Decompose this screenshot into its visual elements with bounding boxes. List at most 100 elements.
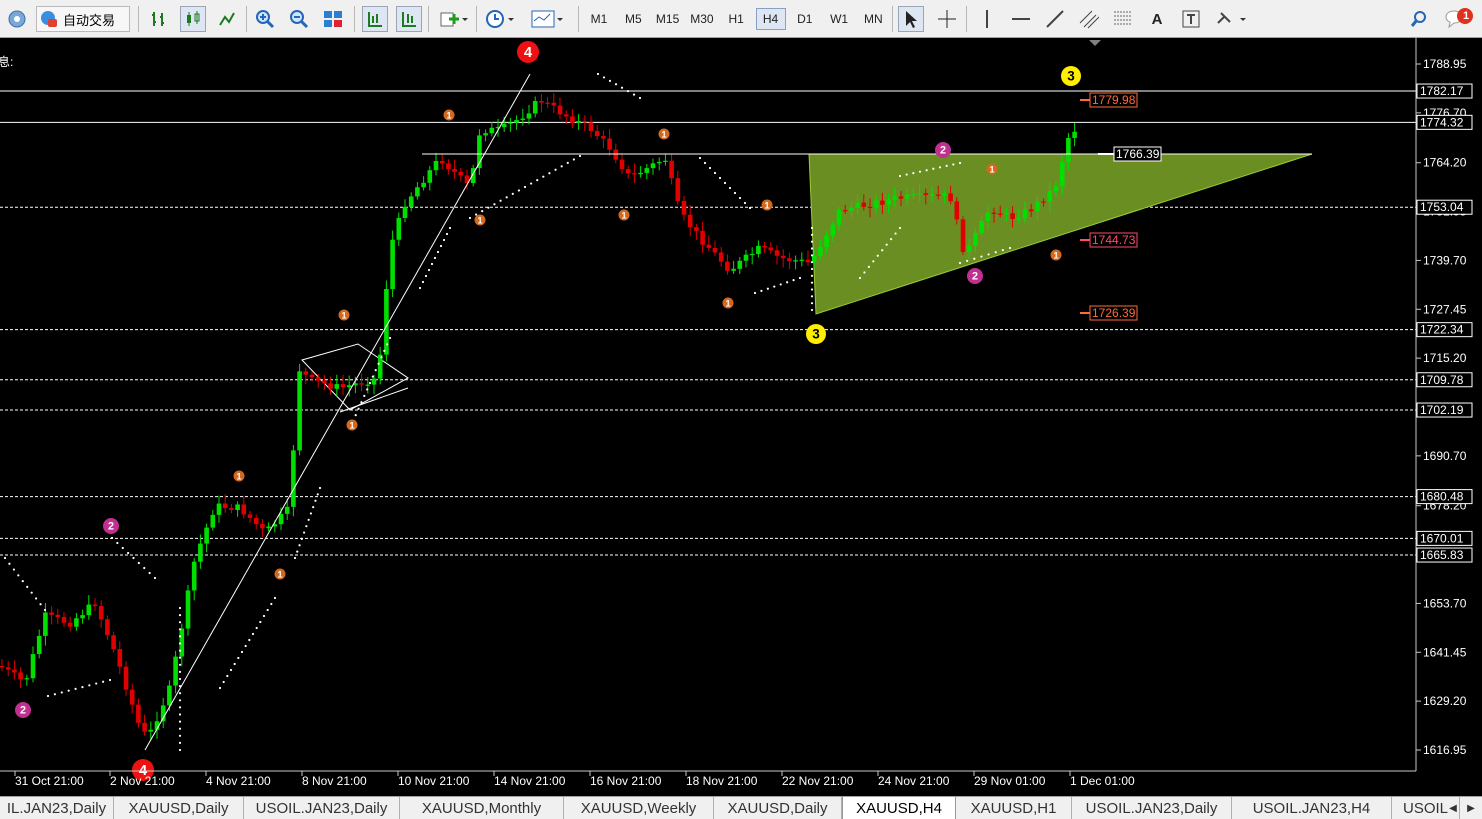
candle-body[interactable] bbox=[793, 260, 798, 262]
candle-body[interactable] bbox=[694, 227, 699, 231]
candle-body[interactable] bbox=[991, 212, 997, 214]
candle-body[interactable] bbox=[867, 206, 873, 209]
candle-body[interactable] bbox=[402, 206, 408, 219]
candle-body[interactable] bbox=[613, 149, 619, 160]
candle-body[interactable] bbox=[0, 666, 5, 668]
candlestick-icon[interactable] bbox=[180, 6, 206, 32]
candle-body[interactable] bbox=[1010, 213, 1015, 220]
candle-body[interactable] bbox=[24, 678, 30, 680]
candle-body[interactable] bbox=[892, 196, 898, 200]
candle-body[interactable] bbox=[601, 136, 606, 139]
candle-body[interactable] bbox=[229, 508, 234, 510]
candle-body[interactable] bbox=[12, 669, 17, 673]
candle-body[interactable] bbox=[86, 604, 92, 616]
candle-body[interactable] bbox=[830, 224, 836, 236]
candle-body[interactable] bbox=[836, 210, 842, 225]
candle-body[interactable] bbox=[167, 685, 172, 706]
indicators-icon[interactable] bbox=[436, 6, 472, 32]
chart-tab[interactable]: XAUUSD,Daily bbox=[714, 797, 842, 819]
candle-body[interactable] bbox=[638, 172, 643, 175]
candle-body[interactable] bbox=[855, 202, 860, 208]
candle-body[interactable] bbox=[198, 543, 203, 562]
chart-tab[interactable]: USOIL.JAN23,Daily bbox=[244, 797, 400, 819]
candle-body[interactable] bbox=[291, 450, 296, 507]
tile-windows-icon[interactable] bbox=[320, 6, 346, 32]
candle-body[interactable] bbox=[74, 618, 79, 627]
candle-body[interactable] bbox=[594, 130, 600, 137]
timeframe-h4[interactable]: H4 bbox=[755, 8, 786, 30]
candle-body[interactable] bbox=[216, 503, 222, 515]
candle-body[interactable] bbox=[1004, 213, 1009, 215]
timeframe-h1[interactable]: H1 bbox=[721, 8, 751, 30]
candle-body[interactable] bbox=[111, 635, 116, 650]
candle-body[interactable] bbox=[799, 259, 805, 261]
arrows-icon[interactable] bbox=[1212, 6, 1252, 32]
candle-body[interactable] bbox=[446, 163, 451, 170]
timeframe-m30[interactable]: M30 bbox=[687, 8, 717, 30]
candle-body[interactable] bbox=[117, 649, 123, 667]
chart-tab[interactable]: XAUUSD,H4 bbox=[842, 797, 956, 819]
candle-body[interactable] bbox=[458, 171, 464, 176]
candle-body[interactable] bbox=[483, 133, 488, 136]
candle-body[interactable] bbox=[284, 506, 290, 514]
timeframe-mn[interactable]: MN bbox=[858, 8, 888, 30]
candle-body[interactable] bbox=[849, 207, 854, 211]
chart-tab[interactable]: XAUUSD,Weekly bbox=[564, 797, 714, 819]
candle-body[interactable] bbox=[1066, 137, 1071, 162]
candle-body[interactable] bbox=[30, 654, 36, 679]
candle-body[interactable] bbox=[718, 252, 724, 262]
candle-body[interactable] bbox=[92, 604, 98, 607]
candle-body[interactable] bbox=[904, 194, 910, 199]
candle-body[interactable] bbox=[55, 614, 61, 618]
candle-body[interactable] bbox=[743, 254, 749, 261]
chart-tab[interactable]: XAUUSD,Monthly bbox=[400, 797, 564, 819]
candle-body[interactable] bbox=[489, 127, 495, 134]
candle-body[interactable] bbox=[787, 258, 792, 261]
candle-body[interactable] bbox=[650, 163, 656, 169]
candle-body[interactable] bbox=[880, 200, 885, 205]
candle-body[interactable] bbox=[266, 526, 271, 529]
candle-body[interactable] bbox=[508, 122, 513, 124]
timeframe-m15[interactable]: M15 bbox=[653, 8, 683, 30]
vertical-line-icon[interactable] bbox=[974, 6, 1000, 32]
connection-icon[interactable] bbox=[4, 6, 30, 32]
candle-body[interactable] bbox=[520, 118, 526, 120]
candle-body[interactable] bbox=[173, 656, 178, 686]
candle-body[interactable] bbox=[421, 182, 426, 188]
timeframe-m5[interactable]: M5 bbox=[618, 8, 648, 30]
candle-body[interactable] bbox=[805, 259, 811, 263]
candle-body[interactable] bbox=[1059, 161, 1065, 187]
candle-body[interactable] bbox=[1022, 209, 1028, 219]
line-chart-icon[interactable] bbox=[214, 6, 240, 32]
candle-body[interactable] bbox=[346, 385, 352, 388]
candle-body[interactable] bbox=[36, 635, 42, 655]
chart-tab[interactable]: USOIL.JAN23,H4 bbox=[1232, 797, 1392, 819]
candle-body[interactable] bbox=[774, 250, 780, 256]
candle-body[interactable] bbox=[663, 160, 668, 162]
candle-body[interactable] bbox=[985, 212, 991, 221]
candle-body[interactable] bbox=[979, 220, 984, 233]
notifications-icon[interactable]: 1 bbox=[1442, 6, 1476, 32]
candle-body[interactable] bbox=[873, 200, 879, 208]
candle-body[interactable] bbox=[681, 200, 687, 215]
candle-body[interactable] bbox=[570, 116, 575, 123]
candle-body[interactable] bbox=[632, 173, 637, 175]
period-clock-icon[interactable] bbox=[482, 6, 518, 32]
candle-body[interactable] bbox=[948, 193, 953, 202]
candle-body[interactable] bbox=[1047, 191, 1053, 202]
candle-body[interactable] bbox=[334, 384, 340, 389]
candle-body[interactable] bbox=[5, 667, 11, 670]
candle-body[interactable] bbox=[1028, 209, 1034, 212]
candle-body[interactable] bbox=[297, 371, 302, 451]
candle-body[interactable] bbox=[966, 245, 972, 252]
candle-body[interactable] bbox=[185, 590, 191, 629]
trendline-icon[interactable] bbox=[1042, 6, 1068, 32]
candle-body[interactable] bbox=[303, 371, 309, 375]
zoom-out-icon[interactable] bbox=[286, 6, 312, 32]
candle-body[interactable] bbox=[780, 255, 786, 259]
candle-body[interactable] bbox=[861, 202, 867, 207]
candle-body[interactable] bbox=[607, 138, 612, 150]
candle-body[interactable] bbox=[532, 101, 538, 114]
text-label-icon[interactable] bbox=[1178, 6, 1204, 32]
candle-body[interactable] bbox=[322, 380, 327, 384]
